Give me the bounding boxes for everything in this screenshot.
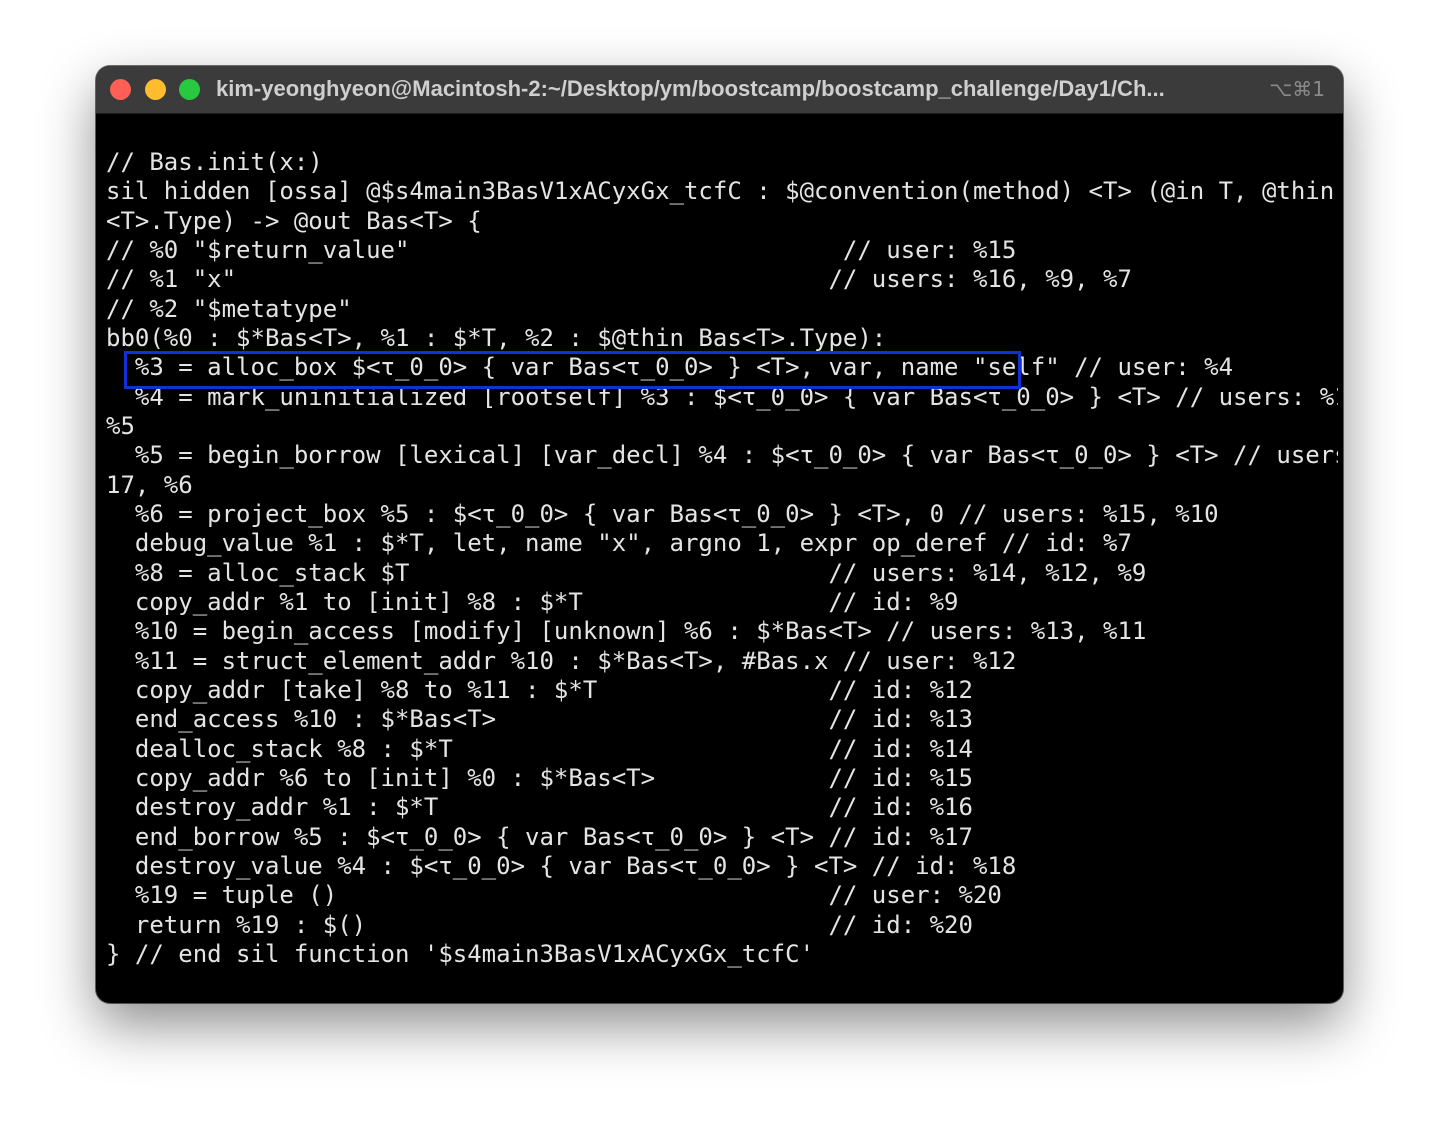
- terminal-line-highlighted: %3 = alloc_box $<τ_0_0> { var Bas<τ_0_0>…: [106, 353, 1234, 382]
- terminal-line: end_borrow %5 : $<τ_0_0> { var Bas<τ_0_0…: [106, 822, 973, 851]
- terminal-line: // %0 "$return_value" // user: %15: [106, 235, 1017, 264]
- terminal-line: bb0(%0 : $*Bas<T>, %1 : $*T, %2 : $@thin…: [106, 323, 887, 352]
- terminal-window: kim-yeonghyeon@Macintosh-2:~/Desktop/ym/…: [96, 66, 1343, 1003]
- minimize-window-button[interactable]: [145, 79, 166, 100]
- terminal-line: destroy_value %4 : $<τ_0_0> { var Bas<τ_…: [106, 851, 1017, 880]
- terminal-line: dealloc_stack %8 : $*T // id: %14: [106, 734, 973, 763]
- terminal-line: } // end sil function '$s4main3BasV1xACy…: [106, 939, 815, 968]
- terminal-line: copy_addr %1 to [init] %8 : $*T // id: %…: [106, 587, 959, 616]
- terminal-line: %8 = alloc_stack $T // users: %14, %12, …: [106, 558, 1147, 587]
- window-title: kim-yeonghyeon@Macintosh-2:~/Desktop/ym/…: [216, 76, 1165, 101]
- terminal-line: // %2 "$metatype": [106, 294, 352, 323]
- terminal-line: copy_addr [take] %8 to %11 : $*T // id: …: [106, 675, 973, 704]
- terminal-line: %19 = tuple () // user: %20: [106, 881, 1002, 910]
- terminal-line: %6 = project_box %5 : $<τ_0_0> { var Bas…: [106, 499, 1219, 528]
- terminal-line: sil hidden [ossa] @$s4main3BasV1xACyxGx_…: [106, 177, 1338, 206]
- terminal-line: 17, %6: [106, 470, 193, 499]
- window-shortcut-label: ⌥⌘1: [1269, 77, 1325, 101]
- terminal-line: // %1 "x" // users: %16, %9, %7: [106, 265, 1132, 294]
- terminal-line: %5 = begin_borrow [lexical] [var_decl] %…: [106, 441, 1338, 470]
- title-bar[interactable]: kim-yeonghyeon@Macintosh-2:~/Desktop/ym/…: [96, 66, 1343, 114]
- close-window-button[interactable]: [110, 79, 131, 100]
- terminal-line: %4 = mark_uninitialized [rootself] %3 : …: [106, 382, 1338, 411]
- terminal-line: copy_addr %6 to [init] %0 : $*Bas<T> // …: [106, 763, 973, 792]
- terminal-line: end_access %10 : $*Bas<T> // id: %13: [106, 705, 973, 734]
- terminal-output[interactable]: // Bas.init(x:) sil hidden [ossa] @$s4ma…: [106, 148, 1338, 988]
- terminal-line: return %19 : $() // id: %20: [106, 910, 973, 939]
- terminal-line: <T>.Type) -> @out Bas<T> {: [106, 206, 482, 235]
- maximize-window-button[interactable]: [179, 79, 200, 100]
- terminal-line: destroy_addr %1 : $*T // id: %16: [106, 793, 973, 822]
- terminal-line: %5: [106, 411, 135, 440]
- terminal-line: debug_value %1 : $*T, let, name "x", arg…: [106, 529, 1132, 558]
- terminal-line: %10 = begin_access [modify] [unknown] %6…: [106, 617, 1147, 646]
- terminal-line: // Bas.init(x:): [106, 148, 323, 176]
- terminal-line: %11 = struct_element_addr %10 : $*Bas<T>…: [106, 646, 1017, 675]
